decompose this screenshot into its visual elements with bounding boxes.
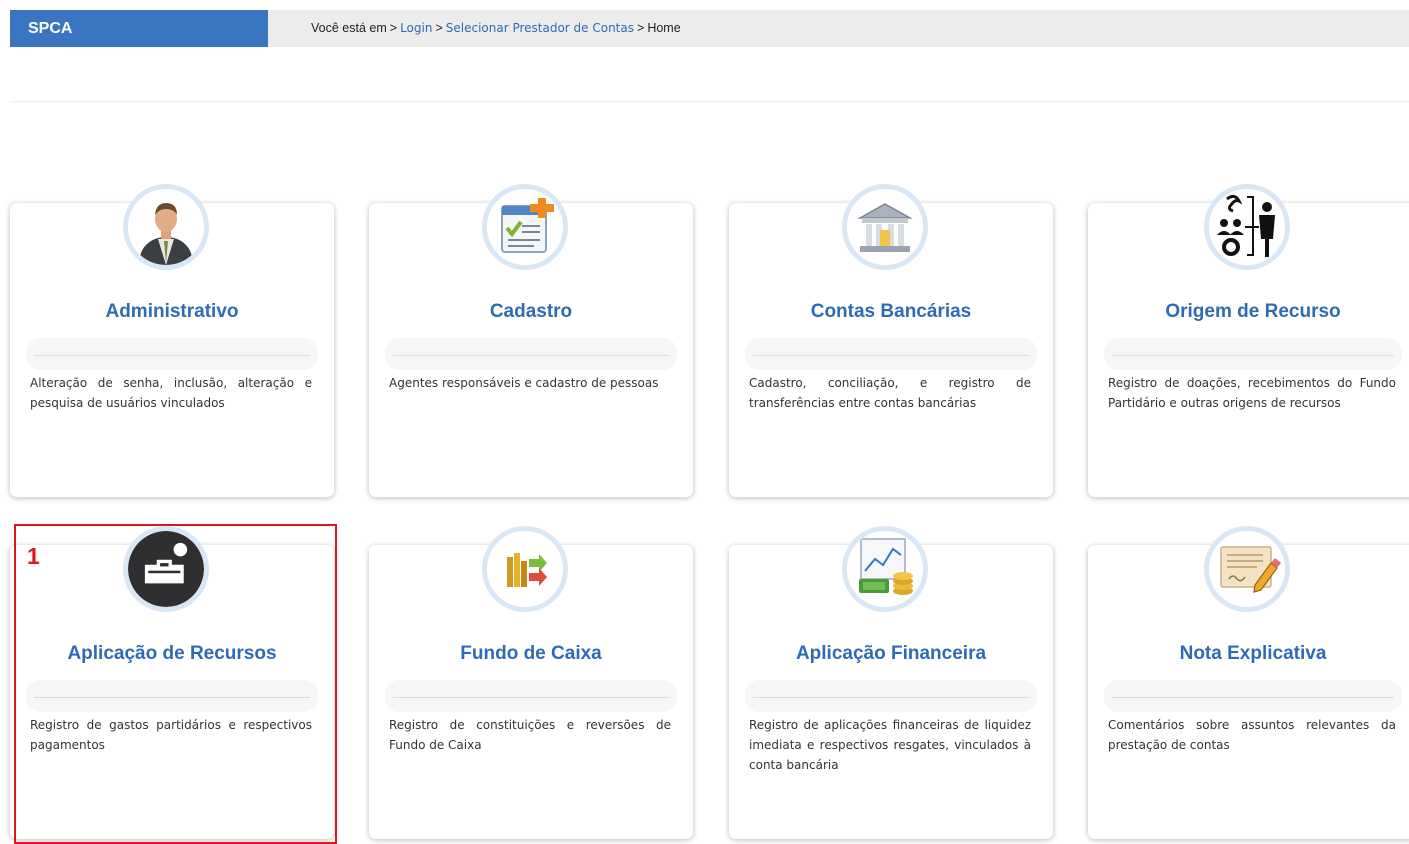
card-divider [1104, 680, 1402, 712]
card-title: Administrativo [105, 301, 239, 322]
card-nota-explicativa[interactable]: Nota Explicativa Comentários sobre assun… [1088, 526, 1409, 839]
card-description: Cadastro, conciliação, e registro de tra… [749, 376, 1031, 410]
note-pencil-icon [1204, 526, 1290, 612]
toolbox-icon [123, 526, 209, 612]
top-bar: SPCA Você está em > Login > Selecionar Prest… [10, 10, 1409, 47]
form-checklist-icon [482, 184, 568, 270]
card-description: Registro de doações, recebimentos do Fun… [1108, 376, 1396, 410]
card-divider [385, 680, 677, 712]
businessman-icon [123, 184, 209, 270]
card-title: Cadastro [489, 301, 573, 322]
header-divider [10, 101, 1409, 102]
card-title: Fundo de Caixa [460, 643, 602, 664]
card-aplicacao-de-recursos[interactable]: Aplicação de Recursos Registro de gastos… [10, 526, 334, 839]
card-description: Registro de aplicações financeiras de li… [749, 718, 1031, 772]
financial-chart-icon [842, 526, 928, 612]
bank-icon [842, 184, 928, 270]
card-title: Aplicação de Recursos [67, 643, 277, 664]
card-description: Registro de gastos partidários e respect… [30, 718, 312, 752]
cash-fund-icon [482, 526, 568, 612]
card-aplicacao-financeira[interactable]: Aplicação Financeira Registro de aplicaç… [729, 526, 1053, 839]
card-divider [385, 338, 677, 370]
breadcrumb-prefix: Você está em [311, 21, 387, 35]
card-title: Aplicação Financeira [795, 643, 987, 664]
breadcrumb: Você está em > Login > Selecionar Prestador … [311, 21, 681, 35]
card-title: Origem de Recurso [1165, 301, 1341, 322]
card-origem-de-recurso[interactable]: Origem de Recurso Registro de doações, r… [1088, 184, 1409, 497]
resource-origin-icon [1204, 184, 1290, 270]
card-divider [745, 338, 1037, 370]
card-description: Registro de constituições e reversões de… [389, 718, 671, 752]
app-brand: SPCA [10, 10, 268, 47]
card-administrativo[interactable]: Administrativo Alteração de senha, inclu… [10, 184, 334, 497]
breadcrumb-current: Home [647, 21, 681, 35]
card-title: Nota Explicativa [1179, 643, 1327, 664]
card-description: Comentários sobre assuntos relevantes da… [1108, 718, 1396, 752]
step-number-marker: 1 [27, 543, 40, 569]
card-cadastro[interactable]: Cadastro Agentes responsáveis e cadastro… [369, 184, 693, 497]
card-contas-bancarias[interactable]: Contas Bancárias Cadastro, conciliação, … [729, 184, 1053, 497]
card-fundo-de-caixa[interactable]: Fundo de Caixa Registro de constituições… [369, 526, 693, 839]
breadcrumb-link-selecionar-prestador[interactable]: Selecionar Prestador de Contas [446, 21, 634, 35]
card-divider [26, 680, 318, 712]
card-divider [1104, 338, 1402, 370]
card-divider [745, 680, 1037, 712]
card-description: Agentes responsáveis e cadastro de pesso… [389, 376, 659, 390]
card-description: Alteração de senha, inclusão, alteração … [30, 376, 312, 410]
card-divider [26, 338, 318, 370]
breadcrumb-link-login[interactable]: Login [400, 21, 432, 35]
card-title: Contas Bancárias [810, 301, 972, 322]
